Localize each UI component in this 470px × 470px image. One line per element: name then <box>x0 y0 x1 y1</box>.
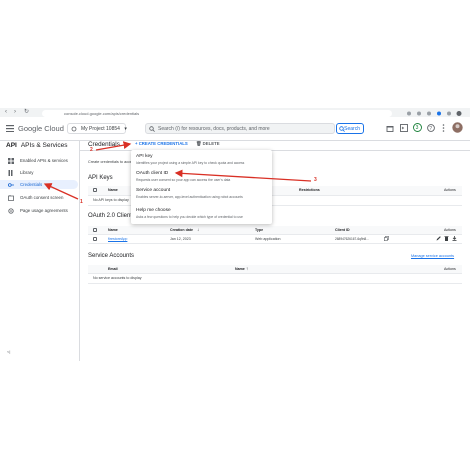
annotation-arrows <box>43 141 312 200</box>
annotation-label-2: 2 <box>90 147 93 153</box>
annotation-label-3: 3 <box>314 177 317 183</box>
annotation-arrow-2 <box>95 141 132 151</box>
annotation-arrow-3 <box>174 169 312 182</box>
annotation-arrow-1 <box>43 183 79 200</box>
annotation-label-1: 1 <box>80 199 83 205</box>
